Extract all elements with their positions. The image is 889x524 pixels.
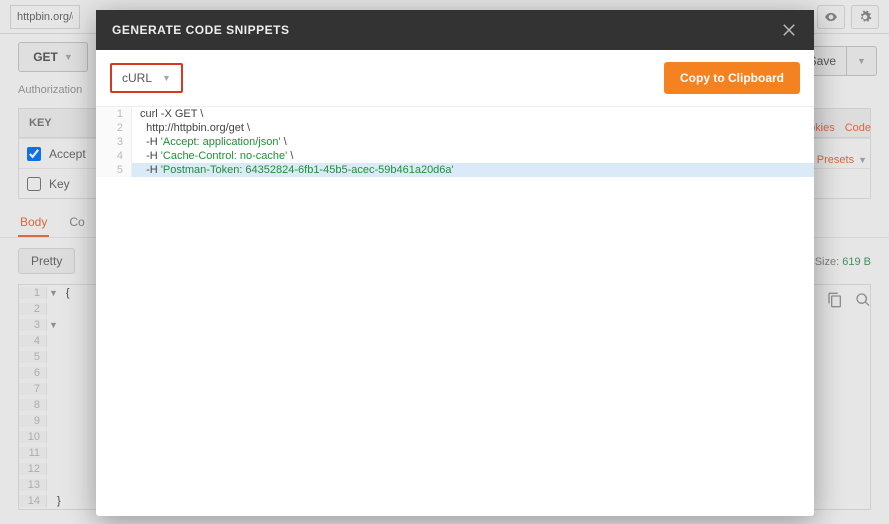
url-input[interactable] — [10, 5, 80, 29]
chevron-down-icon: ▼ — [857, 56, 866, 66]
code-snippet-modal: GENERATE CODE SNIPPETS cURL ▼ Copy to Cl… — [96, 10, 814, 516]
method-label: GET — [33, 50, 58, 64]
language-label: cURL — [122, 71, 152, 85]
code-line: 2 http://httpbin.org/get \ — [96, 121, 814, 135]
chevron-down-icon: ▼ — [162, 73, 171, 83]
header-key: Accept — [49, 147, 86, 161]
code-snippet-area[interactable]: 1curl -X GET \2 http://httpbin.org/get \… — [96, 106, 814, 516]
code-line: 3 -H 'Accept: application/json' \ — [96, 135, 814, 149]
save-dropdown[interactable]: ▼ — [847, 46, 877, 76]
chevron-down-icon: ▼ — [858, 155, 867, 165]
gear-icon[interactable] — [851, 5, 879, 29]
chevron-down-icon: ▼ — [64, 52, 73, 62]
code-link[interactable]: Code — [845, 122, 871, 134]
copy-icon[interactable] — [827, 292, 843, 311]
watch-icon[interactable] — [817, 5, 845, 29]
code-line: 1curl -X GET \ — [96, 107, 814, 121]
presets-dropdown[interactable]: Presets ▼ — [817, 154, 867, 166]
header-key: Key — [49, 177, 70, 191]
code-line: 5 -H 'Postman-Token: 64352824-6fb1-45b5-… — [96, 163, 814, 177]
language-dropdown[interactable]: cURL ▼ — [110, 63, 183, 93]
search-icon[interactable] — [855, 292, 871, 311]
method-dropdown[interactable]: GET ▼ — [18, 42, 88, 72]
close-icon[interactable] — [780, 21, 798, 39]
presets-label: Presets — [817, 154, 854, 166]
tab-cookies[interactable]: Co — [67, 209, 86, 237]
row-checkbox[interactable] — [27, 177, 41, 191]
code-line: 4 -H 'Cache-Control: no-cache' \ — [96, 149, 814, 163]
row-checkbox[interactable] — [27, 147, 41, 161]
tab-body[interactable]: Body — [18, 209, 49, 237]
key-column-header: KEY — [19, 117, 62, 129]
response-size: Size: 619 B — [815, 256, 871, 268]
pretty-button[interactable]: Pretty — [18, 248, 75, 274]
copy-to-clipboard-button[interactable]: Copy to Clipboard — [664, 62, 800, 94]
modal-title: GENERATE CODE SNIPPETS — [112, 23, 289, 37]
